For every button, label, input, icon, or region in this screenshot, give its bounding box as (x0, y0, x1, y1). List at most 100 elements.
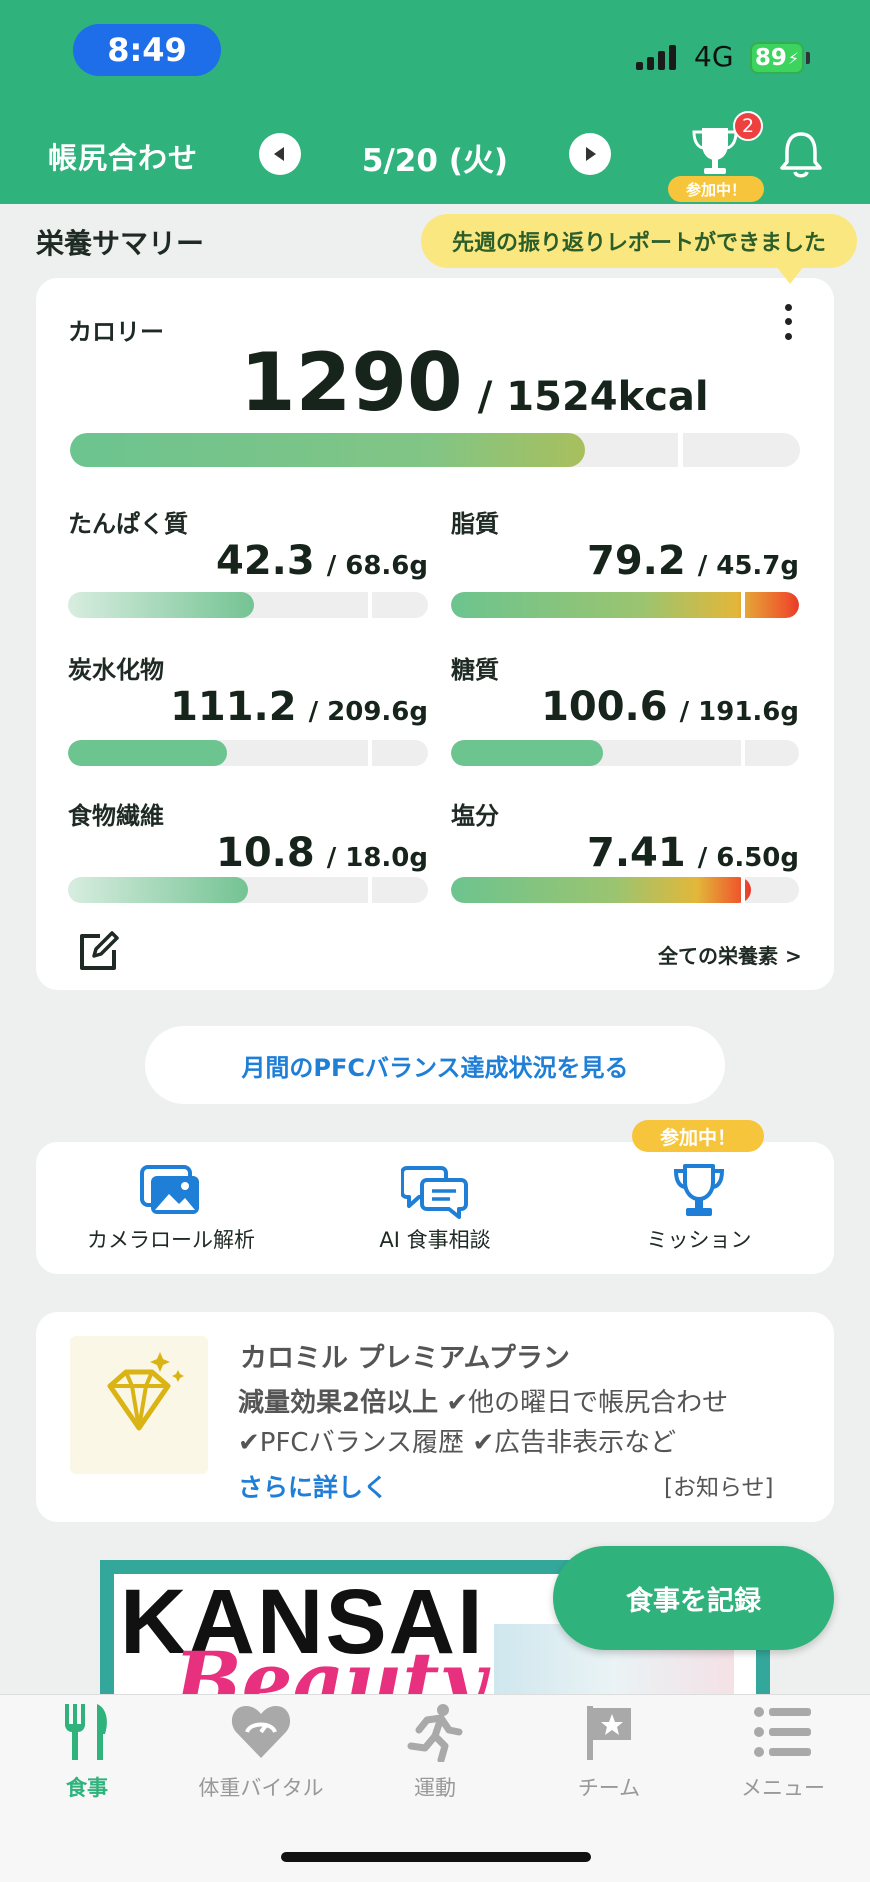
calorie-target-tick (678, 433, 683, 467)
diamond-icon (107, 1352, 184, 1431)
premium-image (70, 1336, 208, 1474)
nutrient-progress-bar (451, 740, 799, 766)
section-title: 栄養サマリー (36, 227, 205, 260)
battery-indicator: 89 ⚡ (750, 42, 804, 74)
calorie-value-row: 1290 / 1524kcal (240, 336, 709, 429)
network-label: 4G (694, 40, 734, 73)
ai-consult-label: AI 食事相談 (379, 1228, 491, 1252)
nutrient-value-row: 42.3 / 68.6g (68, 538, 428, 584)
calorie-progress-fill (70, 433, 585, 467)
nutrient-progress-bar (451, 592, 799, 618)
notification-button[interactable] (778, 130, 824, 180)
tab-menu[interactable]: メニュー (696, 1702, 870, 1812)
nutrient-progress-fill (451, 592, 799, 618)
tab-meal-label: 食事 (66, 1776, 108, 1800)
nutrient-label: たんぱく質 (68, 510, 188, 538)
trophy-badge: 2 (733, 111, 763, 141)
nutrient-value: 7.41 (586, 830, 686, 876)
pfc-balance-button[interactable]: 月間のPFCバランス達成状況を見る (145, 1026, 725, 1104)
bell-icon (780, 132, 822, 178)
calorie-progress-bar (70, 433, 800, 467)
nutrient-progress-bar (68, 592, 428, 618)
nutrient-target: / 18.0g (326, 843, 428, 873)
tab-team[interactable]: チーム (522, 1702, 696, 1812)
all-nutrients-link[interactable]: 全ての栄養素 > (658, 940, 802, 969)
page-title: 帳尻合わせ (48, 141, 199, 175)
trophy-button[interactable] (690, 124, 740, 180)
premium-highlight: 減量効果2倍以上 (238, 1388, 439, 1418)
date-label[interactable]: 5/20 (火) (330, 135, 540, 180)
prev-day-button[interactable] (259, 133, 301, 175)
nutrient-progress-fill (451, 740, 603, 766)
next-day-button[interactable] (569, 133, 611, 175)
nutrient-progress-fill (451, 877, 752, 903)
nutrient-progress-fill (68, 740, 227, 766)
report-tooltip[interactable]: 先週の振り返りレポートができました (421, 214, 857, 268)
battery-level: 89 (754, 45, 787, 71)
premium-title: カロミル プレミアムプラン (240, 1343, 570, 1374)
flag-icon (587, 1706, 631, 1760)
status-time: 8:49 (73, 24, 221, 76)
nutrient-value: 42.3 (215, 538, 315, 584)
running-icon (407, 1704, 463, 1762)
nutrient-label: 糖質 (451, 656, 499, 684)
list-menu-icon (754, 1707, 811, 1757)
home-indicator (281, 1852, 591, 1862)
nutrient-target-tick (368, 740, 372, 766)
record-meal-button[interactable]: 食事を記録 (553, 1546, 834, 1650)
nutrient-value: 79.2 (586, 538, 686, 584)
premium-line-1: 減量効果2倍以上 ✔他の曜日で帳尻合わせ (238, 1382, 728, 1419)
nutrient-value-row: 79.2 / 45.7g (451, 538, 799, 584)
signal-icon (636, 44, 676, 70)
camera-roll-button[interactable]: カメラロール解析 (36, 1142, 306, 1274)
nutrient-progress-bar (68, 740, 428, 766)
nutrient-target-tick (368, 592, 372, 618)
ai-consult-button[interactable]: AI 食事相談 (300, 1142, 570, 1274)
nutrient-target: / 6.50g (697, 843, 799, 873)
tab-exercise-label: 運動 (414, 1776, 456, 1800)
nutrient-target: / 209.6g (308, 697, 428, 727)
nutrient-value: 100.6 (541, 684, 668, 730)
more-options-icon[interactable] (776, 300, 800, 344)
nutrient-target-tick (741, 740, 745, 766)
nutrient-progress-bar (68, 877, 428, 903)
mission-button[interactable]: ミッション (564, 1142, 834, 1274)
tab-exercise[interactable]: 運動 (348, 1702, 522, 1812)
nutrient-label: 食物繊維 (68, 802, 164, 830)
battery-tip (806, 52, 810, 64)
premium-more-link[interactable]: さらに詳しく (238, 1468, 388, 1504)
tab-team-label: チーム (577, 1776, 641, 1800)
mission-status-badge: 参加中！ (632, 1120, 764, 1152)
nutrient-progress-fill (68, 592, 254, 618)
nutrient-target-tick (741, 877, 745, 903)
nutrient-progress-bar (451, 877, 799, 903)
calorie-value: 1290 (240, 336, 463, 429)
premium-notice: [お知らせ] (664, 1475, 774, 1501)
chat-icon (401, 1166, 468, 1219)
calorie-label: カロリー (68, 318, 164, 346)
nutrient-target: / 45.7g (697, 551, 799, 581)
nutrient-value-row: 7.41 / 6.50g (451, 830, 799, 876)
nutrient-progress-fill (68, 877, 248, 903)
nutrient-label: 塩分 (451, 802, 499, 830)
mission-trophy-icon (673, 1164, 725, 1216)
tab-meal[interactable]: 食事 (0, 1702, 174, 1812)
nutrient-target-tick (368, 877, 372, 903)
heart-scale-icon (231, 1706, 291, 1758)
nutrient-target-tick (741, 592, 745, 618)
tab-weight-vitals[interactable]: 体重バイタル (174, 1702, 348, 1812)
tab-weight-label: 体重バイタル (198, 1776, 324, 1800)
nutrient-value: 10.8 (215, 830, 315, 876)
nutrient-value-row: 100.6 / 191.6g (451, 684, 799, 730)
nutrient-label: 炭水化物 (68, 656, 164, 684)
photos-icon (140, 1165, 199, 1214)
fork-knife-icon (65, 1704, 107, 1760)
nutrient-value-row: 10.8 / 18.0g (68, 830, 428, 876)
edit-icon (80, 931, 119, 970)
nutrient-value: 111.2 (170, 684, 297, 730)
trophy-status-badge: 参加中！ (668, 176, 764, 202)
calorie-target: / 1524kcal (477, 374, 709, 420)
trophy-icon (692, 128, 738, 174)
edit-button[interactable] (76, 930, 120, 974)
nutrient-value-row: 111.2 / 209.6g (68, 684, 428, 730)
